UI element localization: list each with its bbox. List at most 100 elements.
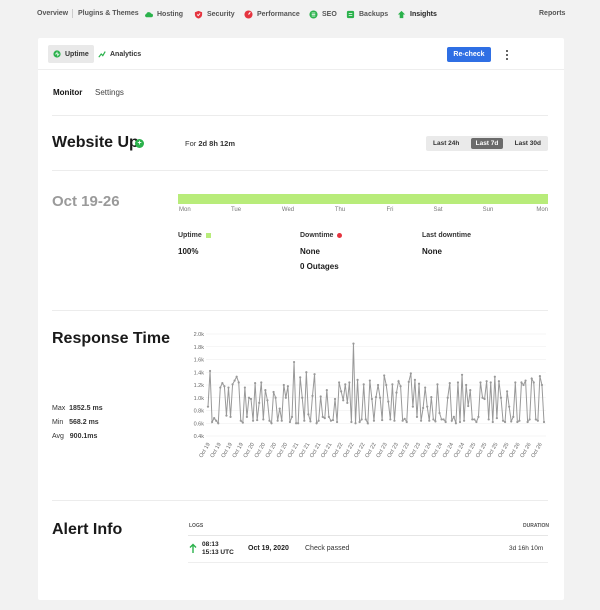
day-label: Sat bbox=[433, 207, 443, 213]
data-point bbox=[485, 380, 488, 383]
tab-settings[interactable]: Settings bbox=[95, 88, 124, 97]
data-point bbox=[524, 379, 527, 382]
nav-separator bbox=[72, 9, 73, 18]
data-point bbox=[526, 420, 529, 424]
data-point bbox=[264, 389, 267, 392]
data-point bbox=[249, 397, 253, 401]
tab-analytics[interactable]: Analytics bbox=[93, 45, 146, 63]
data-point bbox=[471, 418, 474, 421]
data-point bbox=[342, 399, 345, 402]
main-card: Uptime Analytics bbox=[38, 38, 564, 600]
data-point bbox=[381, 418, 384, 422]
data-point bbox=[294, 422, 298, 425]
response-max: Max 1852.5 ms bbox=[52, 405, 103, 412]
range-last-30d[interactable]: Last 30d bbox=[510, 138, 546, 149]
data-point bbox=[376, 383, 380, 387]
divider bbox=[52, 170, 548, 171]
data-point bbox=[364, 418, 367, 421]
nav-backups[interactable]: Backups bbox=[346, 10, 388, 19]
tab-monitor[interactable]: Monitor bbox=[53, 88, 82, 97]
nav-performance[interactable]: Performance bbox=[244, 10, 300, 19]
arrow-up-icon bbox=[189, 543, 197, 553]
data-point bbox=[538, 374, 542, 378]
data-point bbox=[518, 419, 521, 422]
downtime-label: Downtime bbox=[300, 232, 343, 239]
data-point bbox=[458, 420, 462, 424]
status-title: Website Up bbox=[52, 134, 139, 151]
uptime-day-labels: Mon Tue Wed Thu Fri Sat Sun Mon bbox=[178, 207, 548, 215]
range-last-7d[interactable]: Last 7d bbox=[470, 138, 504, 149]
data-point bbox=[360, 418, 363, 421]
data-point bbox=[354, 422, 357, 425]
x-tick-label: Oct 26 bbox=[530, 442, 543, 459]
nav-plugins-themes[interactable]: Plugins & Themes bbox=[78, 10, 139, 17]
data-point bbox=[219, 386, 222, 389]
data-point bbox=[374, 396, 378, 399]
data-point bbox=[323, 417, 326, 420]
data-point bbox=[440, 418, 443, 421]
data-point bbox=[307, 413, 310, 416]
data-point bbox=[208, 369, 212, 373]
data-point bbox=[270, 422, 273, 425]
data-point bbox=[512, 415, 515, 418]
data-point bbox=[256, 418, 259, 422]
data-point bbox=[393, 419, 396, 422]
data-point bbox=[397, 380, 400, 383]
data-point bbox=[534, 418, 537, 421]
tab-uptime[interactable]: Uptime bbox=[48, 45, 94, 63]
range-last-24h[interactable]: Last 24h bbox=[428, 138, 464, 149]
data-point bbox=[506, 390, 509, 393]
data-point bbox=[260, 381, 263, 384]
data-point bbox=[303, 419, 306, 422]
data-point bbox=[235, 375, 238, 378]
nav-seo[interactable]: SEO bbox=[309, 10, 337, 19]
data-point bbox=[290, 415, 294, 418]
data-point bbox=[409, 372, 412, 375]
data-point bbox=[258, 401, 261, 404]
duration-header: DURATION bbox=[523, 523, 550, 529]
data-point bbox=[522, 383, 525, 387]
data-point bbox=[516, 420, 519, 424]
data-point bbox=[432, 418, 435, 421]
more-options-icon[interactable] bbox=[503, 49, 511, 61]
data-point bbox=[292, 360, 296, 364]
data-point bbox=[503, 420, 507, 424]
data-point bbox=[446, 396, 449, 399]
data-point bbox=[356, 378, 359, 381]
data-point bbox=[428, 419, 431, 422]
data-point bbox=[315, 422, 318, 425]
last-downtime-value: None bbox=[422, 247, 442, 256]
data-point bbox=[405, 420, 408, 424]
data-point bbox=[383, 374, 386, 377]
data-point bbox=[399, 385, 402, 388]
data-point bbox=[456, 381, 460, 384]
data-point bbox=[358, 420, 361, 424]
data-point bbox=[245, 415, 249, 418]
logs-header: LOGS bbox=[189, 523, 204, 529]
nav-hosting[interactable]: Hosting bbox=[144, 10, 183, 19]
y-tick-label: 1.8k bbox=[194, 345, 205, 351]
data-point bbox=[210, 420, 214, 424]
data-point bbox=[540, 383, 544, 387]
nav-reports[interactable]: Reports bbox=[539, 10, 565, 17]
y-tick-label: 0.4k bbox=[194, 434, 205, 440]
data-point bbox=[276, 419, 279, 422]
recheck-button[interactable]: Re-check bbox=[447, 47, 491, 62]
nav-security[interactable]: Security bbox=[194, 10, 235, 19]
data-point bbox=[221, 381, 224, 385]
data-point bbox=[215, 419, 218, 422]
data-point bbox=[520, 381, 523, 384]
data-point bbox=[346, 401, 349, 404]
response-min: Min 568.2 ms bbox=[52, 419, 99, 426]
data-point bbox=[442, 418, 445, 421]
response-title: Response Time bbox=[52, 330, 170, 347]
data-point bbox=[278, 407, 281, 410]
data-point bbox=[321, 415, 324, 418]
data-point bbox=[311, 394, 314, 397]
y-tick-label: 1.2k bbox=[194, 383, 205, 389]
data-point bbox=[415, 415, 419, 418]
nav-overview[interactable]: Overview bbox=[37, 10, 68, 17]
day-label: Thu bbox=[334, 207, 346, 213]
nav-insights[interactable]: Insights bbox=[397, 10, 437, 19]
data-point bbox=[426, 405, 429, 408]
